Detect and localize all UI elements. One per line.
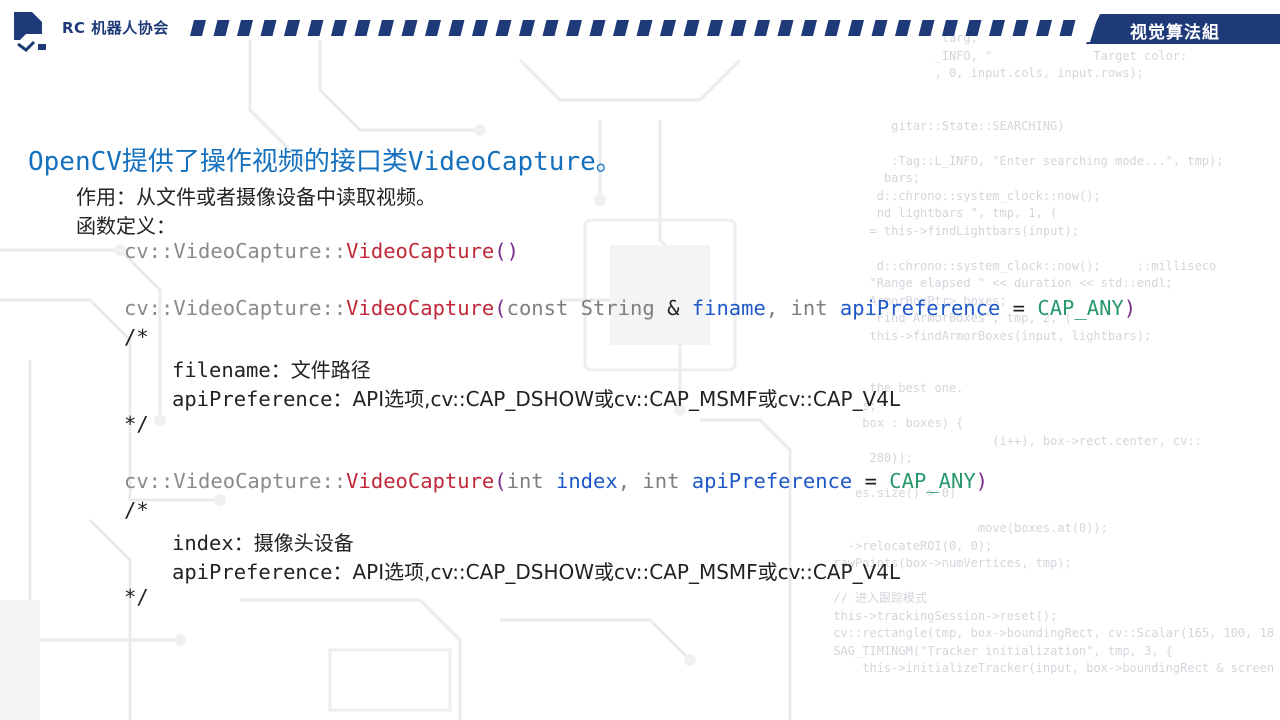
param-name: finame xyxy=(691,296,766,320)
purpose-line: 作用：从文件或者摄像设备中读取视频。 xyxy=(76,185,436,209)
param-name: apiPreference xyxy=(172,560,333,584)
slide-content: OpenCV提供了操作视频的接口类VideoCapture。 作用：从文件或者摄… xyxy=(0,0,1280,720)
namespace-text: cv::VideoCapture:: xyxy=(124,469,347,493)
definition-label: 函数定义： xyxy=(76,214,176,238)
param-type: int xyxy=(790,296,828,320)
default-value: CAP_ANY xyxy=(1037,296,1124,320)
param-name: apiPreference xyxy=(691,469,853,493)
comma: , xyxy=(617,469,643,493)
default-value: CAP_ANY xyxy=(889,469,976,493)
comment-line: index：摄像头设备 xyxy=(172,527,354,556)
namespace-text: cv::VideoCapture:: xyxy=(124,296,347,320)
slide-title: OpenCV提供了操作视频的接口类VideoCapture。 xyxy=(28,147,622,177)
param-type: int xyxy=(642,469,680,493)
paren-close: ) xyxy=(506,239,519,263)
comment-close: */ xyxy=(124,412,149,436)
paren-open: ( xyxy=(494,296,507,320)
param-name: index xyxy=(556,469,618,493)
function-name: VideoCapture xyxy=(346,239,495,263)
equals: = xyxy=(1000,296,1038,320)
paren-open: ( xyxy=(494,239,507,263)
function-name: VideoCapture xyxy=(346,296,495,320)
param-description: ：API选项,cv::CAP_DSHOW或cv::CAP_MSMF或cv::CA… xyxy=(332,387,901,411)
function-name: VideoCapture xyxy=(346,469,495,493)
paren-close: ) xyxy=(975,469,989,493)
param-name: index xyxy=(172,531,234,555)
comment-close: */ xyxy=(124,585,149,609)
namespace-text: cv::VideoCapture:: xyxy=(124,239,347,263)
param-type: const String xyxy=(506,296,655,320)
equals: = xyxy=(852,469,890,493)
comment-line: apiPreference：API选项,cv::CAP_DSHOW或cv::CA… xyxy=(172,556,900,585)
comment-line: filename：文件路径 xyxy=(172,354,371,383)
comment-line: apiPreference：API选项,cv::CAP_DSHOW或cv::CA… xyxy=(172,383,900,412)
paren-open: ( xyxy=(494,469,507,493)
comment-open: /* xyxy=(124,498,149,522)
param-description: ：API选项,cv::CAP_DSHOW或cv::CAP_MSMF或cv::CA… xyxy=(332,560,901,584)
param-name: apiPreference xyxy=(839,296,1001,320)
signature-filename: cv::VideoCapture::VideoCapture(const Str… xyxy=(124,296,1136,320)
param-name: apiPreference xyxy=(172,387,333,411)
param-description: ：摄像头设备 xyxy=(233,531,354,555)
param-type: int xyxy=(506,469,544,493)
ampersand: & xyxy=(654,296,692,320)
comment-open: /* xyxy=(124,325,149,349)
signature-index: cv::VideoCapture::VideoCapture(int index… xyxy=(124,469,988,493)
signature-default: cv::VideoCapture::VideoCapture() xyxy=(124,239,519,263)
param-name: filename xyxy=(172,358,271,382)
comma: , xyxy=(765,296,791,320)
paren-close: ) xyxy=(1123,296,1137,320)
param-description: ：文件路径 xyxy=(270,358,371,382)
